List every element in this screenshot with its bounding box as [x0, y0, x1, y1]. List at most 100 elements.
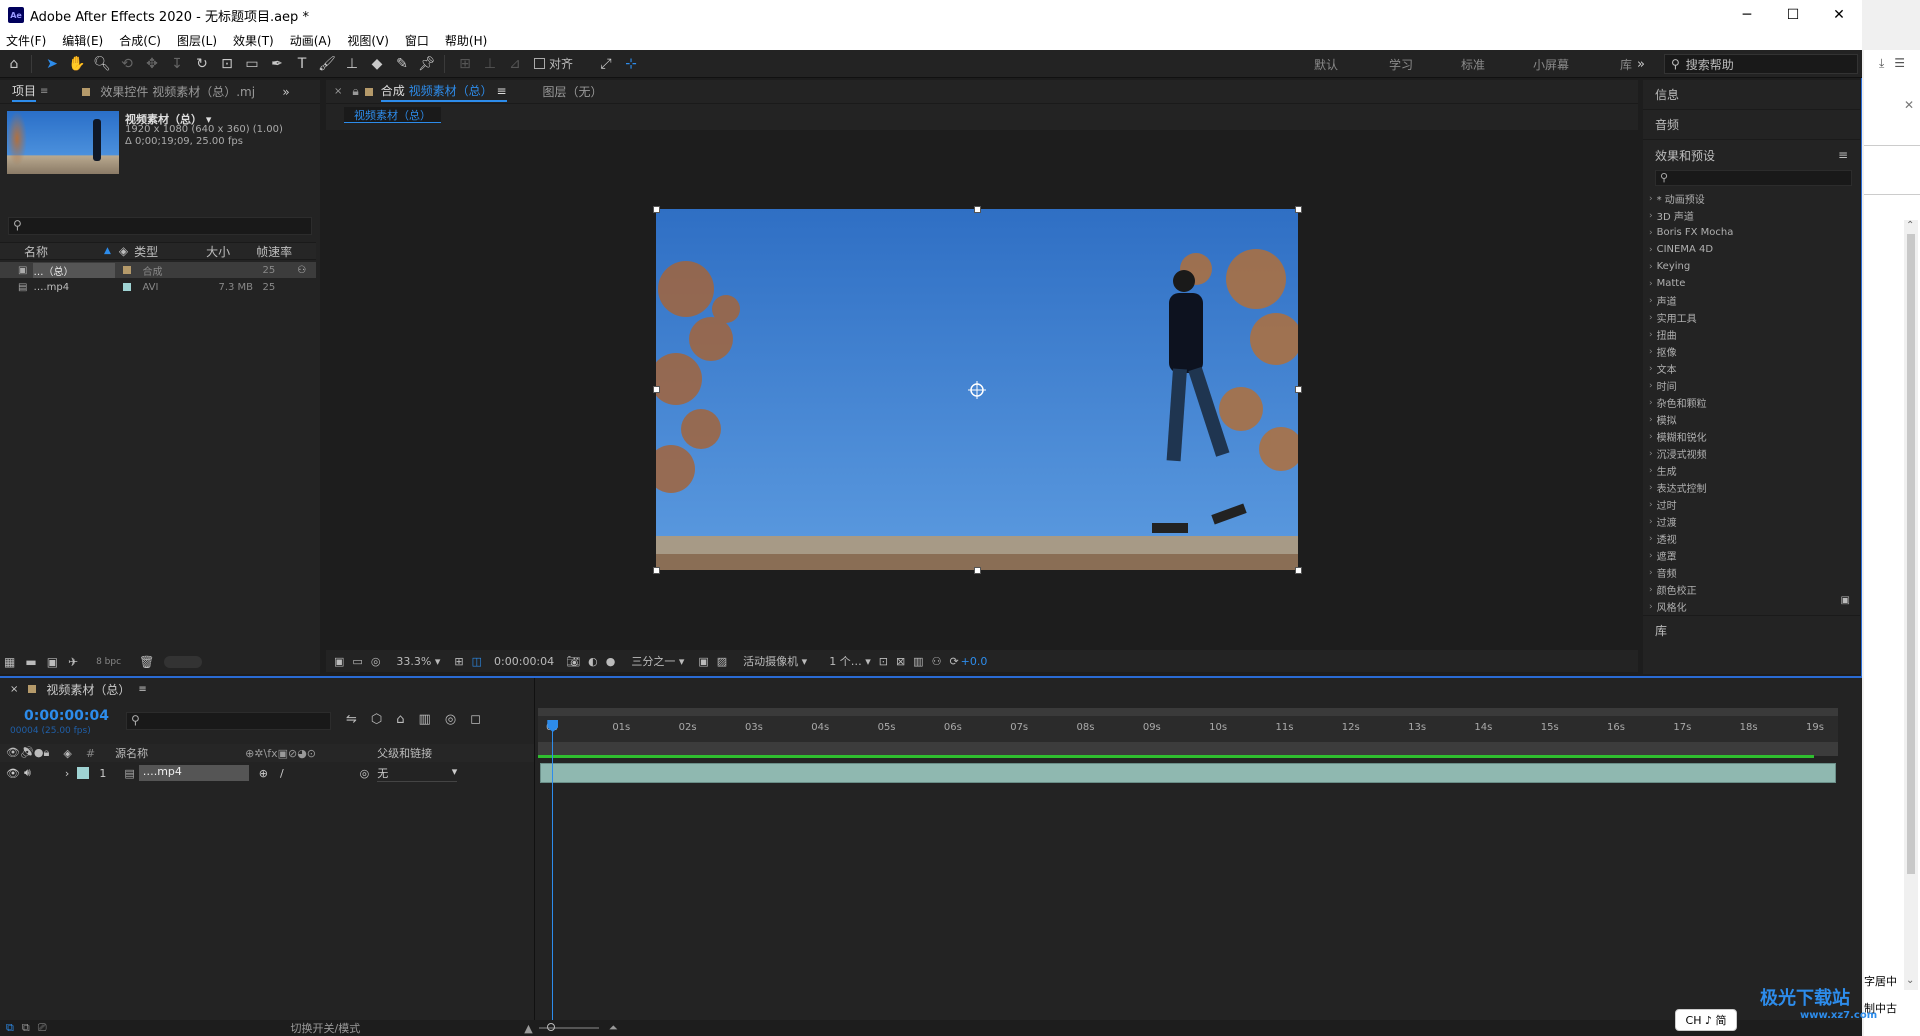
chevron-right-icon[interactable]: ›: [1649, 585, 1653, 595]
always-preview-icon[interactable]: ▣: [334, 655, 344, 668]
chevron-right-icon[interactable]: ›: [1649, 262, 1653, 272]
menu-animation[interactable]: 动画(A): [290, 32, 332, 49]
effects-category[interactable]: › * 动画预设: [1643, 190, 1860, 207]
tab-layer[interactable]: 图层（无）: [543, 83, 603, 100]
effects-category[interactable]: › 遮罩: [1643, 547, 1860, 564]
effects-category[interactable]: › 音频: [1643, 564, 1860, 581]
scroll-up-icon[interactable]: ⌃: [1906, 220, 1914, 231]
pan-camera-icon[interactable]: ✥: [141, 53, 163, 75]
effects-category[interactable]: › 沉浸式视频: [1643, 445, 1860, 462]
fit-icon[interactable]: ⊞: [454, 655, 463, 668]
audio-panel-header[interactable]: 音频: [1643, 110, 1860, 140]
new-comp-icon[interactable]: ▣: [47, 655, 58, 669]
transparency-grid-icon[interactable]: ◫: [472, 655, 482, 668]
effects-category[interactable]: › 模糊和锐化: [1643, 428, 1860, 445]
col-parent[interactable]: 父级和链接: [377, 745, 432, 761]
show-snapshot-icon[interactable]: ◐: [588, 655, 598, 668]
menu-effect[interactable]: 效果(T): [233, 32, 274, 49]
transform-handle-tm[interactable]: [974, 206, 981, 213]
menu-file[interactable]: 文件(F): [6, 32, 46, 49]
transform-handle-ml[interactable]: [653, 386, 660, 393]
local-axis-icon[interactable]: ⊞: [454, 53, 476, 75]
chevron-right-icon[interactable]: ›: [1649, 211, 1653, 221]
pen-tool-icon[interactable]: ✒: [266, 53, 288, 75]
transparency-icon[interactable]: ▨: [717, 655, 727, 668]
dolly-camera-icon[interactable]: ↧: [166, 53, 188, 75]
layer-label-color[interactable]: [77, 767, 90, 779]
col-name[interactable]: 名称: [24, 243, 104, 260]
flowchart-icon[interactable]: ⚇: [297, 265, 306, 276]
effects-category[interactable]: › 过时: [1643, 496, 1860, 513]
twirl-icon[interactable]: ›: [65, 767, 69, 780]
effects-category[interactable]: › 透视: [1643, 530, 1860, 547]
chevron-right-icon[interactable]: ›: [1649, 500, 1653, 510]
col-size[interactable]: 大小: [206, 243, 256, 260]
motion-blur-icon[interactable]: ◎: [445, 712, 456, 727]
timeline-search-input[interactable]: ⚲: [126, 712, 331, 730]
effects-category[interactable]: › 抠像: [1643, 343, 1860, 360]
layer-row[interactable]: 👁︎ 🔊︎ › 1 ▤ ….mp4 ⊕ / ◎ 无 ▾: [0, 764, 534, 782]
shy-switch-icon[interactable]: ⊕: [259, 767, 268, 780]
video-frame[interactable]: [656, 209, 1298, 570]
chevron-right-icon[interactable]: ›: [1649, 228, 1653, 238]
transform-handle-bm[interactable]: [974, 567, 981, 574]
chevron-right-icon[interactable]: ›: [1649, 364, 1653, 374]
interpret-footage-icon[interactable]: ▦: [4, 655, 15, 669]
menu-view[interactable]: 视图(V): [347, 32, 389, 49]
snapshot-icon[interactable]: 📷︎: [566, 655, 580, 668]
home-icon[interactable]: ⌂: [3, 53, 25, 75]
quality-switch-icon[interactable]: /: [280, 767, 284, 780]
chevron-right-icon[interactable]: ›: [1649, 296, 1653, 306]
fast-preview-icon[interactable]: ⊠: [896, 655, 905, 668]
chevron-right-icon[interactable]: ›: [1649, 194, 1653, 204]
info-panel-header[interactable]: 信息: [1643, 80, 1860, 110]
effects-category[interactable]: › 文本: [1643, 360, 1860, 377]
transform-handle-mr[interactable]: [1295, 386, 1302, 393]
close-icon[interactable]: ✕: [1816, 0, 1862, 30]
rectangle-tool-icon[interactable]: ▭: [241, 53, 263, 75]
collapse-icon[interactable]: ⤓: [1879, 56, 1884, 71]
draft-3d-icon[interactable]: ⬡: [371, 712, 382, 727]
panel-menu-icon[interactable]: ≡: [496, 84, 506, 98]
workspace-default[interactable]: 默认: [1314, 50, 1338, 78]
brush-tool-icon[interactable]: 🖌︎: [316, 53, 338, 75]
roi-icon[interactable]: ▣: [698, 655, 708, 668]
playhead[interactable]: [547, 720, 559, 1020]
trash-icon[interactable]: 🗑︎: [139, 655, 154, 669]
zoom-dropdown[interactable]: 33.3% ▾: [388, 655, 440, 668]
channel-icon[interactable]: ●: [606, 655, 616, 668]
panel-overflow-icon[interactable]: »: [282, 85, 289, 99]
chevron-right-icon[interactable]: ›: [1649, 432, 1653, 442]
transform-handle-tr[interactable]: [1295, 206, 1302, 213]
render-queue-icon[interactable]: ✈: [68, 655, 78, 669]
layer-switches-toggle-icon[interactable]: ⧉: [6, 1021, 14, 1035]
graph-editor-icon[interactable]: ◻: [470, 712, 481, 727]
effects-category[interactable]: › 模拟: [1643, 411, 1860, 428]
effects-category[interactable]: › 杂色和颗粒: [1643, 394, 1860, 411]
tab-project[interactable]: 项目: [12, 82, 37, 102]
transform-handle-br[interactable]: [1295, 567, 1302, 574]
effects-category[interactable]: › 颜色校正: [1643, 581, 1860, 598]
bg-close-icon[interactable]: ✕: [1904, 98, 1914, 112]
tab-composition[interactable]: 合成 视频素材（总） ≡: [380, 82, 507, 102]
comp-time-navigator[interactable]: [538, 742, 1838, 756]
chevron-right-icon[interactable]: ›: [1649, 381, 1653, 391]
zoom-out-icon[interactable]: ▲: [524, 1022, 532, 1035]
parent-dropdown[interactable]: 无 ▾: [377, 765, 458, 782]
effects-search-input[interactable]: ⚲: [1655, 170, 1852, 186]
project-search-input[interactable]: ⚲: [8, 217, 312, 235]
workspace-small-screen[interactable]: 小屏幕: [1533, 50, 1569, 78]
chevron-right-icon[interactable]: ›: [1649, 551, 1653, 561]
shy-layers-icon[interactable]: ⌂: [396, 712, 404, 727]
ime-indicator[interactable]: CH ♪ 简: [1675, 1009, 1737, 1031]
work-area-bar[interactable]: [538, 708, 1838, 716]
snap-grid-icon[interactable]: ⊹: [620, 53, 642, 75]
hand-tool-icon[interactable]: ✋: [66, 53, 88, 75]
puppet-pin-icon[interactable]: 📌︎: [416, 53, 438, 75]
selection-tool-icon[interactable]: ➤: [41, 53, 63, 75]
world-axis-icon[interactable]: ⊥: [479, 53, 501, 75]
label-tag-icon[interactable]: ◈: [119, 244, 128, 258]
roto-brush-icon[interactable]: ✎: [391, 53, 413, 75]
panel-menu-icon[interactable]: ≡: [138, 684, 146, 695]
effects-category[interactable]: › 3D 声道: [1643, 207, 1860, 224]
